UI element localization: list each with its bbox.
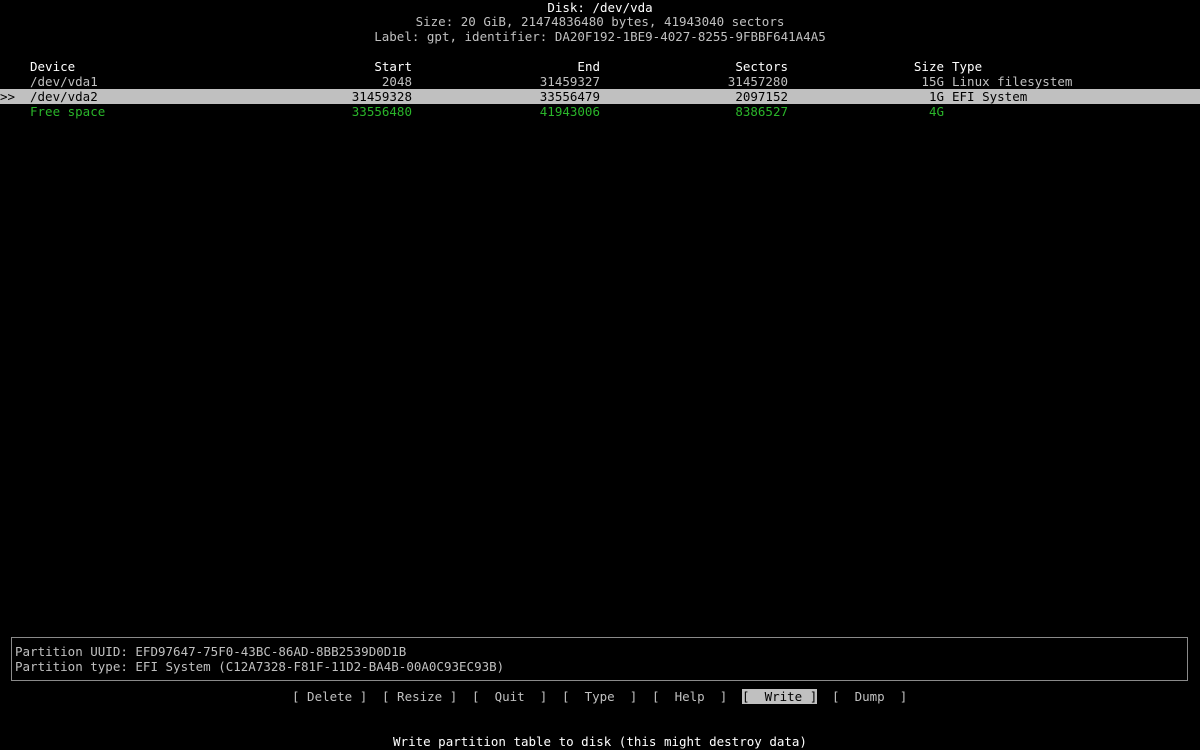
dump-button[interactable]: [ Dump ] [832, 689, 907, 704]
selection-marker: >> [0, 89, 16, 104]
partition-size: 15G [921, 74, 944, 89]
partition-start: 2048 [381, 74, 412, 89]
partition-device: Free space [30, 104, 106, 119]
partition-type: EFI System [952, 89, 1028, 104]
status-hint: Write partition table to disk (this migh… [393, 734, 807, 749]
table-row-free-space[interactable]: Free space 33556480 41943006 8386527 4G [0, 104, 1200, 119]
quit-button[interactable]: [ Quit ] [472, 689, 547, 704]
partition-sectors: 8386527 [735, 104, 788, 119]
column-header-size: Size [913, 59, 944, 74]
write-button[interactable]: [ Write ] [742, 689, 818, 704]
partition-type-line: Partition type: EFI System (C12A7328-F81… [15, 659, 505, 674]
action-menu: [ Delete ] [ Resize ] [ Quit ] [ Type ] … [0, 689, 1200, 705]
help-button[interactable]: [ Help ] [652, 689, 727, 704]
partition-start: 31459328 [351, 89, 412, 104]
delete-button[interactable]: [ Delete ] [292, 689, 367, 704]
table-row-vda2[interactable]: >> /dev/vda2 31459328 33556479 2097152 1… [0, 89, 1200, 104]
partition-uuid-line: Partition UUID: EFD97647-75F0-43BC-86AD-… [15, 644, 407, 659]
partition-end: 31459327 [539, 74, 600, 89]
column-header-start: Start [374, 59, 412, 74]
column-header-end: End [577, 59, 600, 74]
disk-title: Disk: /dev/vda [547, 0, 653, 15]
disk-label-info: Label: gpt, identifier: DA20F192-1BE9-40… [374, 29, 826, 44]
table-header: Device Start End Sectors Size Type [0, 59, 1200, 74]
column-header-type: Type [952, 59, 983, 74]
column-header-sectors: Sectors [735, 59, 788, 74]
partition-device: /dev/vda1 [30, 74, 98, 89]
partition-size: 4G [928, 104, 944, 119]
partition-sectors: 2097152 [735, 89, 788, 104]
partition-table: Device Start End Sectors Size Type /dev/… [0, 59, 1200, 119]
table-row-vda1[interactable]: /dev/vda1 2048 31459327 31457280 15G Lin… [0, 74, 1200, 89]
resize-button[interactable]: [ Resize ] [382, 689, 457, 704]
partition-start: 33556480 [351, 104, 412, 119]
partition-end: 41943006 [539, 104, 600, 119]
partition-info-box: Partition UUID: EFD97647-75F0-43BC-86AD-… [11, 637, 1188, 681]
type-button[interactable]: [ Type ] [562, 689, 637, 704]
partition-type: Linux filesystem [952, 74, 1073, 89]
partition-size: 1G [928, 89, 944, 104]
disk-size-info: Size: 20 GiB, 21474836480 bytes, 4194304… [415, 14, 785, 29]
partition-device: /dev/vda2 [30, 89, 98, 104]
partition-sectors: 31457280 [727, 74, 788, 89]
column-header-device: Device [30, 59, 76, 74]
partition-end: 33556479 [539, 89, 600, 104]
